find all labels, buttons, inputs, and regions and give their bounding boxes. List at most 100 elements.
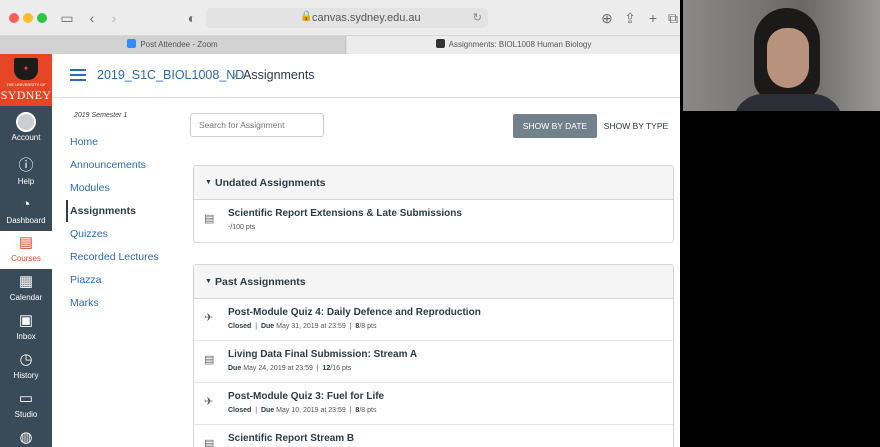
help-icon: ⓘ bbox=[18, 157, 34, 174]
assignment-meta: Closed | Due May 31, 2019 at 23:59 | 8/8… bbox=[228, 323, 377, 330]
browser-window: ▭ ‹ › ◐ 🔒 canvas.sydney.edu.au ↻ ⊕ ⇪ + ⧉… bbox=[0, 0, 680, 447]
search-input[interactable] bbox=[190, 113, 324, 137]
forward-icon[interactable]: › bbox=[105, 9, 123, 27]
nav-label: Account bbox=[11, 133, 41, 142]
tab-label: Post Attendee - Zoom bbox=[140, 40, 218, 49]
globe-icon: ◍ bbox=[19, 429, 33, 446]
global-navigation: ✦ THE UNIVERSITY OF SYDNEY Account ⓘ Hel… bbox=[0, 54, 52, 447]
course-nav-home[interactable]: Home bbox=[70, 136, 98, 148]
tab-assignments[interactable]: Assignments: BIOL1008 Human Biology bbox=[347, 36, 680, 54]
sydney-favicon-icon bbox=[435, 39, 445, 48]
quiz-rocket-icon: ✈ bbox=[204, 312, 214, 324]
breadcrumb-current-page: Assignments bbox=[243, 68, 315, 82]
zoom-window-button[interactable] bbox=[37, 13, 47, 23]
group-title: Past Assignments bbox=[215, 276, 306, 288]
address-bar[interactable]: 🔒 canvas.sydney.edu.au ↻ bbox=[206, 8, 488, 28]
semester-label: 2019 Semester 1 bbox=[74, 112, 128, 119]
global-nav-account[interactable]: Account bbox=[0, 110, 52, 148]
avatar-icon bbox=[16, 112, 36, 132]
logo-line-2: SYDNEY bbox=[0, 88, 52, 102]
tab-overview-icon[interactable]: ⧉ bbox=[664, 9, 680, 27]
tab-bar: Post Attendee - Zoom Assignments: BIOL10… bbox=[0, 36, 680, 54]
breadcrumb: 2019_S1C_BIOL1008_ND › Assignments bbox=[52, 54, 680, 98]
nav-label: Studio bbox=[14, 410, 38, 419]
nav-label: Inbox bbox=[16, 332, 36, 341]
history-icon: ◷ bbox=[19, 351, 33, 368]
assignment-row[interactable]: ✈ Post-Module Quiz 3: Fuel for Life Clos… bbox=[194, 383, 673, 425]
inbox-icon: ▣ bbox=[18, 312, 34, 329]
global-nav-dashboard[interactable]: ◔ Dashboard bbox=[0, 193, 52, 231]
assignment-title[interactable]: Post-Module Quiz 4: Daily Defence and Re… bbox=[228, 307, 481, 318]
course-nav-recorded-lectures[interactable]: Recorded Lectures bbox=[70, 251, 159, 263]
assignment-row[interactable]: ✈ Post-Module Quiz 4: Daily Defence and … bbox=[194, 299, 673, 341]
downloads-icon[interactable]: ⊕ bbox=[598, 9, 616, 27]
course-nav-piazza[interactable]: Piazza bbox=[70, 274, 102, 286]
minimize-window-button[interactable] bbox=[23, 13, 33, 23]
course-nav-quizzes[interactable]: Quizzes bbox=[70, 228, 108, 240]
active-indicator bbox=[66, 200, 68, 222]
global-nav-more[interactable]: ◍ bbox=[0, 426, 52, 447]
webcam-person-face bbox=[767, 28, 809, 88]
breadcrumb-course-link[interactable]: 2019_S1C_BIOL1008_ND bbox=[97, 68, 244, 82]
assignment-meta: Closed | Due May 10, 2019 at 23:59 | 8/8… bbox=[228, 407, 377, 414]
due-label: Due bbox=[260, 323, 275, 330]
global-nav-help[interactable]: ⓘ Help bbox=[0, 154, 52, 192]
assignment-icon: ▤ bbox=[204, 213, 215, 225]
course-nav-marks[interactable]: Marks bbox=[70, 297, 99, 309]
crest-icon: ✦ bbox=[14, 58, 38, 80]
caret-down-icon: ▼ bbox=[205, 179, 212, 186]
logo-line-1: THE UNIVERSITY OF bbox=[6, 82, 46, 87]
assignment-title[interactable]: Scientific Report Stream B bbox=[228, 433, 354, 444]
course-nav-assignments[interactable]: Assignments bbox=[70, 205, 136, 217]
back-icon[interactable]: ‹ bbox=[83, 9, 101, 27]
assignment-row[interactable]: ▤ Scientific Report Extensions & Late Su… bbox=[194, 200, 673, 242]
course-nav-announcements[interactable]: Announcements bbox=[70, 159, 146, 171]
course-nav-modules[interactable]: Modules bbox=[70, 182, 110, 194]
global-nav-courses[interactable]: ▤ Courses bbox=[0, 231, 52, 269]
webcam-person-body bbox=[733, 94, 843, 111]
browser-toolbar: ▭ ‹ › ◐ 🔒 canvas.sydney.edu.au ↻ ⊕ ⇪ + ⧉ bbox=[0, 0, 680, 36]
university-logo[interactable]: ✦ THE UNIVERSITY OF SYDNEY bbox=[0, 54, 52, 106]
global-nav-calendar[interactable]: ▦ Calendar bbox=[0, 270, 52, 308]
nav-label: Calendar bbox=[9, 293, 43, 302]
group-header[interactable]: ▼ Undated Assignments bbox=[194, 166, 673, 200]
tab-zoom[interactable]: Post Attendee - Zoom bbox=[0, 36, 346, 54]
global-nav-inbox[interactable]: ▣ Inbox bbox=[0, 309, 52, 347]
assignment-title[interactable]: Living Data Final Submission: Stream A bbox=[228, 349, 417, 360]
courses-icon: ▤ bbox=[18, 234, 34, 251]
group-title: Undated Assignments bbox=[215, 177, 326, 189]
group-header[interactable]: ▼ Past Assignments bbox=[194, 265, 673, 299]
show-by-date-button[interactable]: SHOW BY DATE bbox=[513, 114, 597, 138]
course-navigation: 2019 Semester 1 Home Announcements Modul… bbox=[52, 98, 186, 447]
points-possible: /8 pts bbox=[359, 323, 377, 330]
due-date: May 24, 2019 at 23:59 bbox=[243, 365, 313, 372]
assignment-row[interactable]: ▤ Scientific Report Stream B bbox=[194, 425, 673, 447]
new-tab-icon[interactable]: + bbox=[644, 9, 662, 27]
webcam-video-feed bbox=[683, 0, 880, 111]
sidebar-toggle-icon[interactable]: ▭ bbox=[58, 9, 76, 27]
assignment-title[interactable]: Scientific Report Extensions & Late Subm… bbox=[228, 208, 462, 219]
show-by-type-button[interactable]: SHOW BY TYPE bbox=[598, 114, 674, 138]
global-nav-studio[interactable]: ▭ Studio bbox=[0, 387, 52, 425]
points-possible: /8 pts bbox=[359, 407, 377, 414]
reload-icon[interactable]: ↻ bbox=[473, 11, 482, 24]
zoom-favicon-icon bbox=[127, 39, 137, 48]
undated-assignments-group: ▼ Undated Assignments ▤ Scientific Repor… bbox=[193, 165, 674, 243]
points-possible: /16 pts bbox=[330, 365, 352, 372]
nav-label: History bbox=[13, 371, 39, 380]
privacy-shield-icon[interactable]: ◐ bbox=[183, 9, 201, 27]
global-nav-history[interactable]: ◷ History bbox=[0, 348, 52, 386]
course-menu-toggle-icon[interactable] bbox=[70, 69, 86, 81]
quiz-rocket-icon: ✈ bbox=[204, 396, 214, 408]
assignment-title[interactable]: Post-Module Quiz 3: Fuel for Life bbox=[228, 391, 384, 402]
assignment-points: -/100 pts bbox=[228, 224, 256, 231]
caret-down-icon: ▼ bbox=[205, 278, 212, 285]
share-icon[interactable]: ⇪ bbox=[621, 9, 639, 27]
assignment-row[interactable]: ▤ Living Data Final Submission: Stream A… bbox=[194, 341, 673, 383]
close-window-button[interactable] bbox=[9, 13, 19, 23]
due-label: Due bbox=[260, 407, 275, 414]
tab-label: Assignments: BIOL1008 Human Biology bbox=[448, 40, 592, 49]
assignment-icon: ▤ bbox=[204, 354, 215, 366]
dashboard-icon: ◔ bbox=[21, 196, 31, 213]
assignment-icon: ▤ bbox=[204, 438, 215, 447]
